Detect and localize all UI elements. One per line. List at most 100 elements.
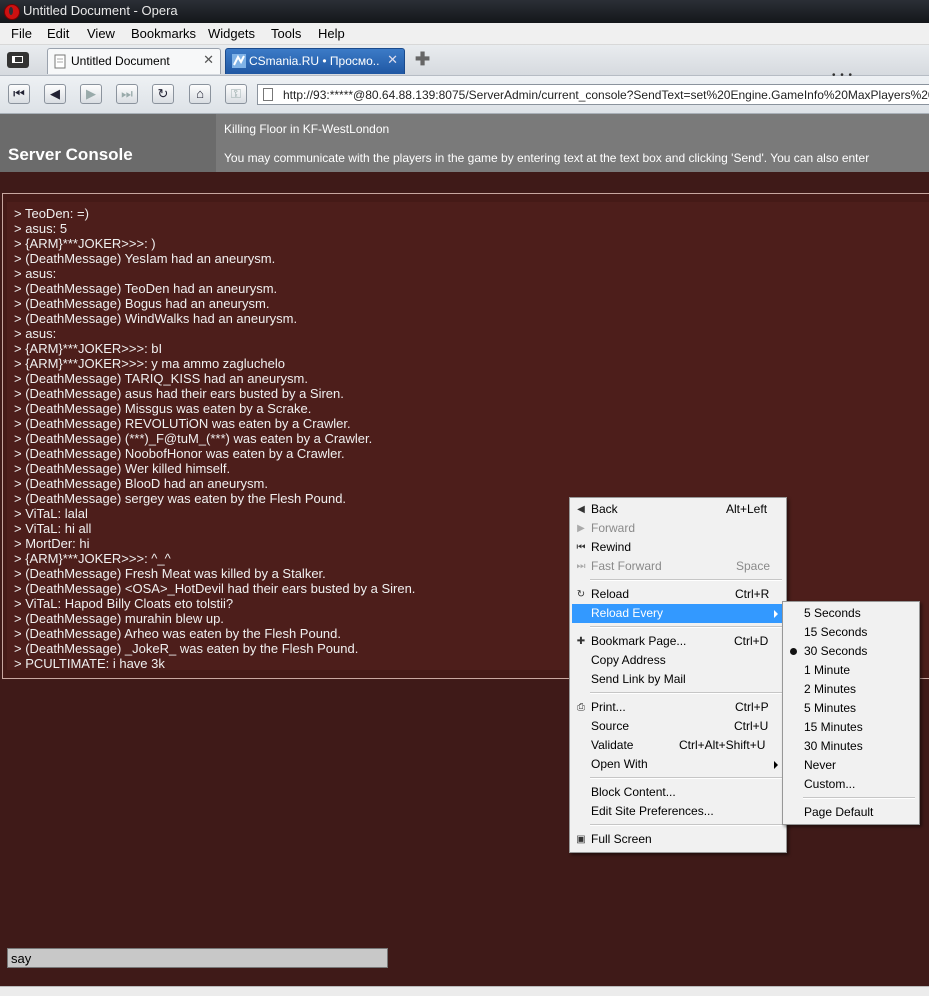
fast-forward-icon[interactable]: ⏭ [116,84,138,104]
console-line: > asus: [14,326,57,341]
home-icon[interactable]: ⌂ [189,84,211,104]
reload-option-1-minute[interactable]: 1 Minute [785,661,917,680]
page-title: Server Console [8,145,133,164]
reload-option-2-minutes[interactable]: 2 Minutes [785,680,917,699]
navigation-toolbar: ⏮ ◀ ▶ ⏭ ↻ ⌂ ⚿ http://93:*****@80.64.88.1… [0,76,929,114]
reload-option-30-minutes[interactable]: 30 Minutes [785,737,917,756]
menu-separator [803,797,915,799]
new-tab-icon[interactable]: ✚ [415,49,430,70]
console-line: > (DeathMessage) TARIQ_KISS had an aneur… [14,371,308,386]
server-map-line: Killing Floor in KF-WestLondon [224,122,390,136]
menu-file[interactable]: File [11,26,32,41]
console-line: > asus: 5 [14,221,68,236]
tab-untitled-document[interactable]: Untitled Document ✕ [47,48,221,74]
tab-close-icon[interactable]: ✕ [387,52,398,68]
console-output[interactable]: > TeoDen: =) > asus: 5 > {ARM}***JOKER>>… [7,202,929,671]
console-line: > (DeathMessage) <OSA>_HotDevil had thei… [14,581,416,596]
menu-item-fast-forward[interactable]: ⏭ Fast Forward Space [572,557,784,576]
tab-close-icon[interactable]: ✕ [203,52,214,68]
rewind-icon[interactable]: ⏮ [8,84,30,104]
console-line: > (DeathMessage) Fresh Meat was killed b… [14,566,326,581]
opera-logo-icon [4,4,20,20]
reload-option-page-default[interactable]: Page Default [785,803,917,822]
say-input[interactable]: say [7,948,388,968]
menu-item-reload[interactable]: ↻ Reload Ctrl+R [572,585,784,604]
reload-option-5-minutes[interactable]: 5 Minutes [785,699,917,718]
menu-item-validate[interactable]: Validate Ctrl+Alt+Shift+U [572,736,784,755]
console-line: > ViTaL: lalal [14,506,88,521]
address-bar[interactable]: http://93:*****@80.64.88.139:8075/Server… [257,84,929,105]
console-line: > (DeathMessage) Bogus had an aneurysm. [14,296,270,311]
menu-item-edit-site-preferences[interactable]: Edit Site Preferences... [572,802,784,821]
tab-label: CSmania.RU • Просмо... [249,54,379,68]
reload-icon[interactable]: ↻ [152,84,174,104]
menu-item-print[interactable]: ⎙ Print... Ctrl+P [572,698,784,717]
back-icon[interactable]: ◀ [44,84,66,104]
monitor-icon: ▣ [576,834,586,845]
add-bookmark-icon: ✚ [576,636,586,647]
console-line: > {ARM}***JOKER>>>: ^_^ [14,551,171,566]
page-icon [54,54,67,69]
console-line: > asus: [14,266,57,281]
printer-icon: ⎙ [577,702,585,713]
page-header: Server Console Killing Floor in KF-WestL… [0,114,929,172]
menu-separator [590,626,782,628]
console-line: > (DeathMessage) YesIam had an aneurysm. [14,251,276,266]
menu-item-copy-address[interactable]: Copy Address [572,651,784,670]
console-line: > (DeathMessage) sergey was eaten by the… [14,491,347,506]
server-info-panel: Killing Floor in KF-WestLondon You may c… [216,114,929,172]
menu-item-rewind[interactable]: ⏮ Rewind [572,538,784,557]
reload-every-submenu: 5 Seconds 15 Seconds 30 Seconds 1 Minute… [782,601,920,825]
reload-option-30-seconds[interactable]: 30 Seconds [785,642,917,661]
console-line: > TeoDen: =) [14,206,89,221]
console-line: > PCULTIMATE: i have 3k [14,656,165,671]
menu-item-full-screen[interactable]: ▣ Full Screen [572,830,784,849]
security-info-icon[interactable]: ⚿ [225,84,247,104]
console-line: > ViTaL: hi all [14,521,92,536]
forward-icon[interactable]: ▶ [80,84,102,104]
console-line: > (DeathMessage) asus had their ears bus… [14,386,344,401]
console-line: > ViTaL: Hapod Billy Cloats eto tolstii? [14,596,234,611]
selected-radio-icon [790,648,797,655]
menu-item-forward[interactable]: ▶ Forward [572,519,784,538]
reload-option-15-seconds[interactable]: 15 Seconds [785,623,917,642]
submenu-arrow-icon [774,761,778,769]
menu-edit[interactable]: Edit [47,26,69,41]
menu-item-block-content[interactable]: Block Content... [572,783,784,802]
address-url: http://93:*****@80.64.88.139:8075/Server… [283,88,929,102]
menu-tools[interactable]: Tools [271,26,301,41]
menu-view[interactable]: View [87,26,115,41]
console-line: > (DeathMessage) Arheo was eaten by the … [14,626,341,641]
reload-option-custom[interactable]: Custom... [785,775,917,794]
console-line: > (DeathMessage) murahin blew up. [14,611,224,626]
menu-bar: File Edit View Bookmarks Widgets Tools H… [0,23,929,45]
console-line: > (DeathMessage) TeoDen had an aneurysm. [14,281,278,296]
back-icon: ◀ [577,504,585,515]
menu-item-send-link[interactable]: Send Link by Mail [572,670,784,689]
menu-item-source[interactable]: Source Ctrl+U [572,717,784,736]
console-line: > (DeathMessage) REVOLUTiON was eaten by… [14,416,351,431]
console-line: > (DeathMessage) (***)_F@tuM_(***) was e… [14,431,373,446]
tab-csmania[interactable]: CSmania.RU • Просмо... ✕ [225,48,405,74]
reload-icon: ↻ [576,589,586,600]
reload-option-15-minutes[interactable]: 15 Minutes [785,718,917,737]
menu-help[interactable]: Help [318,26,345,41]
console-line: > (DeathMessage) _JokeR_ was eaten by th… [14,641,359,656]
reload-option-never[interactable]: Never [785,756,917,775]
console-line: > (DeathMessage) WindWalks had an aneury… [14,311,298,326]
fast-forward-icon: ⏭ [576,561,586,572]
console-line: > (DeathMessage) BlooD had an aneurysm. [14,476,268,491]
page-icon [263,88,273,101]
menu-item-bookmark-page[interactable]: ✚ Bookmark Page... Ctrl+D [572,632,784,651]
tab-menu-icon[interactable] [7,52,29,68]
menu-widgets[interactable]: Widgets [208,26,255,41]
menu-separator [590,824,782,826]
menu-item-open-with[interactable]: Open With [572,755,784,774]
menu-separator [590,579,782,581]
reload-option-5-seconds[interactable]: 5 Seconds [785,604,917,623]
tab-bar: Untitled Document ✕ CSmania.RU • Просмо.… [0,45,929,81]
menu-item-back[interactable]: ◀ Back Alt+Left [572,500,784,519]
menu-item-reload-every[interactable]: Reload Every [572,604,784,623]
window-title: Untitled Document - Opera [23,3,178,18]
menu-bookmarks[interactable]: Bookmarks [131,26,196,41]
